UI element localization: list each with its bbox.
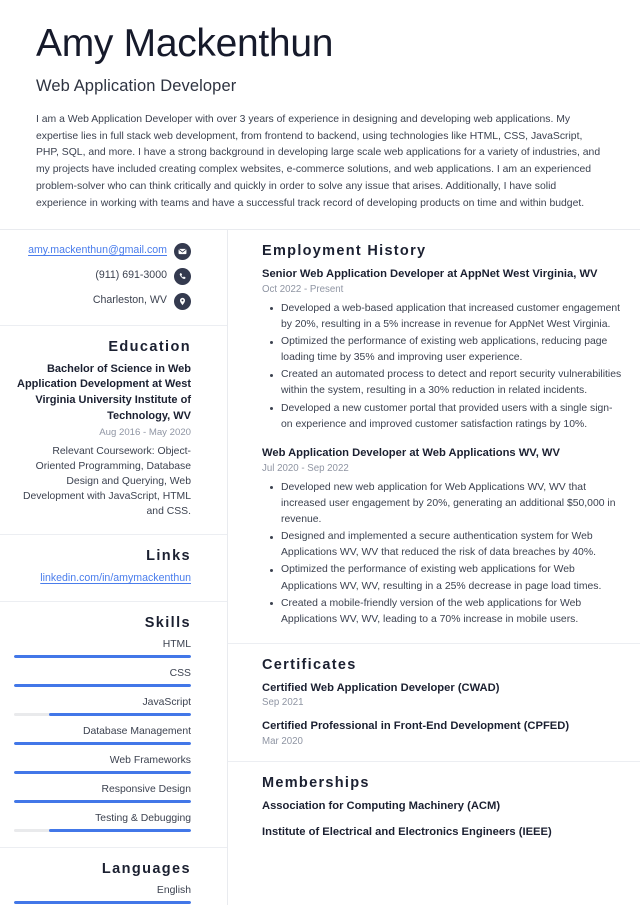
skill-bar-track	[14, 741, 191, 745]
skill-label: JavaScript	[142, 696, 191, 708]
skills-list: HTML CSS JavaScript Database Management Web …	[14, 638, 191, 832]
skill-bar-fill	[14, 770, 191, 774]
contact-location-row: Charleston, WV	[14, 292, 191, 310]
employment-block: Employment History Senior Web Applicatio…	[228, 230, 640, 644]
skill-item: JavaScript	[14, 696, 191, 716]
education-degree: Bachelor of Science in Web Application D…	[17, 362, 191, 422]
language-item: English	[14, 884, 191, 904]
language-bar-fill	[14, 900, 191, 904]
employment-bullet: Created a mobile-friendly version of the…	[270, 596, 622, 628]
contact-email-row[interactable]: amy.mackenthun@gmail.com	[14, 242, 191, 260]
skill-bar-fill	[14, 654, 191, 658]
employment-bullet: Developed new web application for Web Ap…	[270, 480, 622, 528]
language-label: English	[156, 884, 191, 896]
employment-bullet: Created an automated process to detect a…	[270, 367, 622, 399]
memberships-list: Association for Computing Machinery (ACM…	[262, 799, 622, 841]
employment-entry: Web Application Developer at Web Applica…	[262, 446, 622, 628]
education-heading: Education	[108, 338, 191, 355]
employment-entry-title: Senior Web Application Developer at AppN…	[262, 267, 598, 280]
skill-bar-fill	[14, 683, 191, 687]
certificate-date: Sep 2021	[262, 697, 304, 709]
skill-bar-track	[14, 654, 191, 658]
skill-label: Database Management	[82, 725, 191, 737]
certificates-heading: Certificates	[262, 656, 357, 673]
employment-entry-date: Jul 2020 - Sep 2022	[262, 463, 349, 475]
employment-bullet-list: Developed new web application for Web Ap…	[262, 480, 622, 628]
phone-icon	[174, 267, 191, 285]
skill-bar-track	[14, 770, 191, 774]
skill-bar-track	[14, 828, 191, 832]
employment-bullet: Optimized the performance of existing we…	[270, 562, 622, 594]
skill-bar-fill	[49, 828, 191, 832]
skill-bar-fill	[14, 741, 191, 745]
candidate-name: Amy Mackenthun	[36, 22, 334, 65]
skill-label: Web Frameworks	[109, 754, 191, 766]
links-heading: Links	[146, 547, 191, 564]
languages-list: English	[14, 884, 191, 904]
employment-heading: Employment History	[262, 242, 427, 259]
memberships-heading: Memberships	[262, 774, 370, 791]
employment-bullet: Optimized the performance of existing we…	[270, 334, 622, 366]
education-date: Aug 2016 - May 2020	[99, 427, 191, 439]
resume-body: amy.mackenthun@gmail.com (911) 691-3000 …	[0, 229, 640, 905]
education-block: Education Bachelor of Science in Web App…	[0, 326, 227, 535]
skill-item: Database Management	[14, 725, 191, 745]
certificate-name: Certified Professional in Front-End Deve…	[262, 720, 570, 733]
employment-bullet: Developed a web-based application that i…	[270, 301, 622, 333]
employment-bullet: Developed a new customer portal that pro…	[270, 401, 622, 433]
skill-bar-track	[14, 712, 191, 716]
sidebar: amy.mackenthun@gmail.com (911) 691-3000 …	[0, 229, 228, 905]
employment-entry-title: Web Application Developer at Web Applica…	[262, 446, 560, 459]
contact-phone-row[interactable]: (911) 691-3000	[14, 267, 191, 285]
contact-email-text[interactable]: amy.mackenthun@gmail.com	[28, 244, 167, 258]
link-item-linkedin[interactable]: linkedin.com/in/amymackenthun	[14, 571, 191, 586]
contact-location-text: Charleston, WV	[92, 294, 167, 307]
skill-bar-fill	[49, 712, 191, 716]
skill-bar-fill	[14, 799, 191, 803]
candidate-job-title: Web Application Developer	[36, 76, 237, 95]
resume-page: Amy Mackenthun Web Application Developer…	[0, 0, 640, 905]
professional-summary: I am a Web Application Developer with ov…	[36, 113, 601, 209]
contact-block: amy.mackenthun@gmail.com (911) 691-3000 …	[0, 230, 227, 326]
skill-bar-track	[14, 799, 191, 803]
main-column: Employment History Senior Web Applicatio…	[228, 230, 640, 905]
skill-label: Testing & Debugging	[95, 812, 191, 824]
employment-bullet-list: Developed a web-based application that i…	[262, 301, 622, 433]
languages-block: Languages English	[0, 848, 227, 905]
skill-label: Responsive Design	[101, 783, 191, 795]
language-bar-track	[14, 900, 191, 904]
employment-bullet: Designed and implemented a secure authen…	[270, 529, 622, 561]
skill-item: HTML	[14, 638, 191, 658]
links-block: Links linkedin.com/in/amymackenthun	[0, 535, 227, 602]
membership-item: Institute of Electrical and Electronics …	[262, 826, 552, 839]
certificate-name: Certified Web Application Developer (CWA…	[262, 681, 500, 694]
skill-label: HTML	[162, 638, 191, 650]
map-pin-icon	[174, 292, 191, 310]
employment-entry: Senior Web Application Developer at AppN…	[262, 267, 622, 433]
education-description: Relevant Coursework: Object-Oriented Pro…	[22, 445, 191, 517]
membership-item: Association for Computing Machinery (ACM…	[262, 799, 501, 812]
skill-item: CSS	[14, 667, 191, 687]
employment-list: Senior Web Application Developer at AppN…	[262, 267, 622, 628]
envelope-icon	[174, 242, 191, 260]
certificates-block: Certificates Certified Web Application D…	[228, 644, 640, 762]
skill-item: Web Frameworks	[14, 754, 191, 774]
skill-item: Testing & Debugging	[14, 812, 191, 832]
certificate-entry: Certified Professional in Front-End Deve…	[262, 719, 622, 746]
skills-block: Skills HTML CSS JavaScript Database Managem…	[0, 602, 227, 848]
memberships-block: Memberships Association for Computing Ma…	[228, 762, 640, 855]
certificate-entry: Certified Web Application Developer (CWA…	[262, 681, 622, 708]
skills-heading: Skills	[144, 614, 191, 631]
certificates-list: Certified Web Application Developer (CWA…	[262, 681, 622, 747]
skill-bar-track	[14, 683, 191, 687]
languages-heading: Languages	[101, 860, 191, 877]
skill-label: CSS	[169, 667, 191, 679]
resume-header: Amy Mackenthun Web Application Developer…	[0, 0, 640, 229]
contact-phone-text: (911) 691-3000	[95, 269, 167, 282]
employment-entry-date: Oct 2022 - Present	[262, 284, 344, 296]
skill-item: Responsive Design	[14, 783, 191, 803]
certificate-date: Mar 2020	[262, 735, 303, 747]
